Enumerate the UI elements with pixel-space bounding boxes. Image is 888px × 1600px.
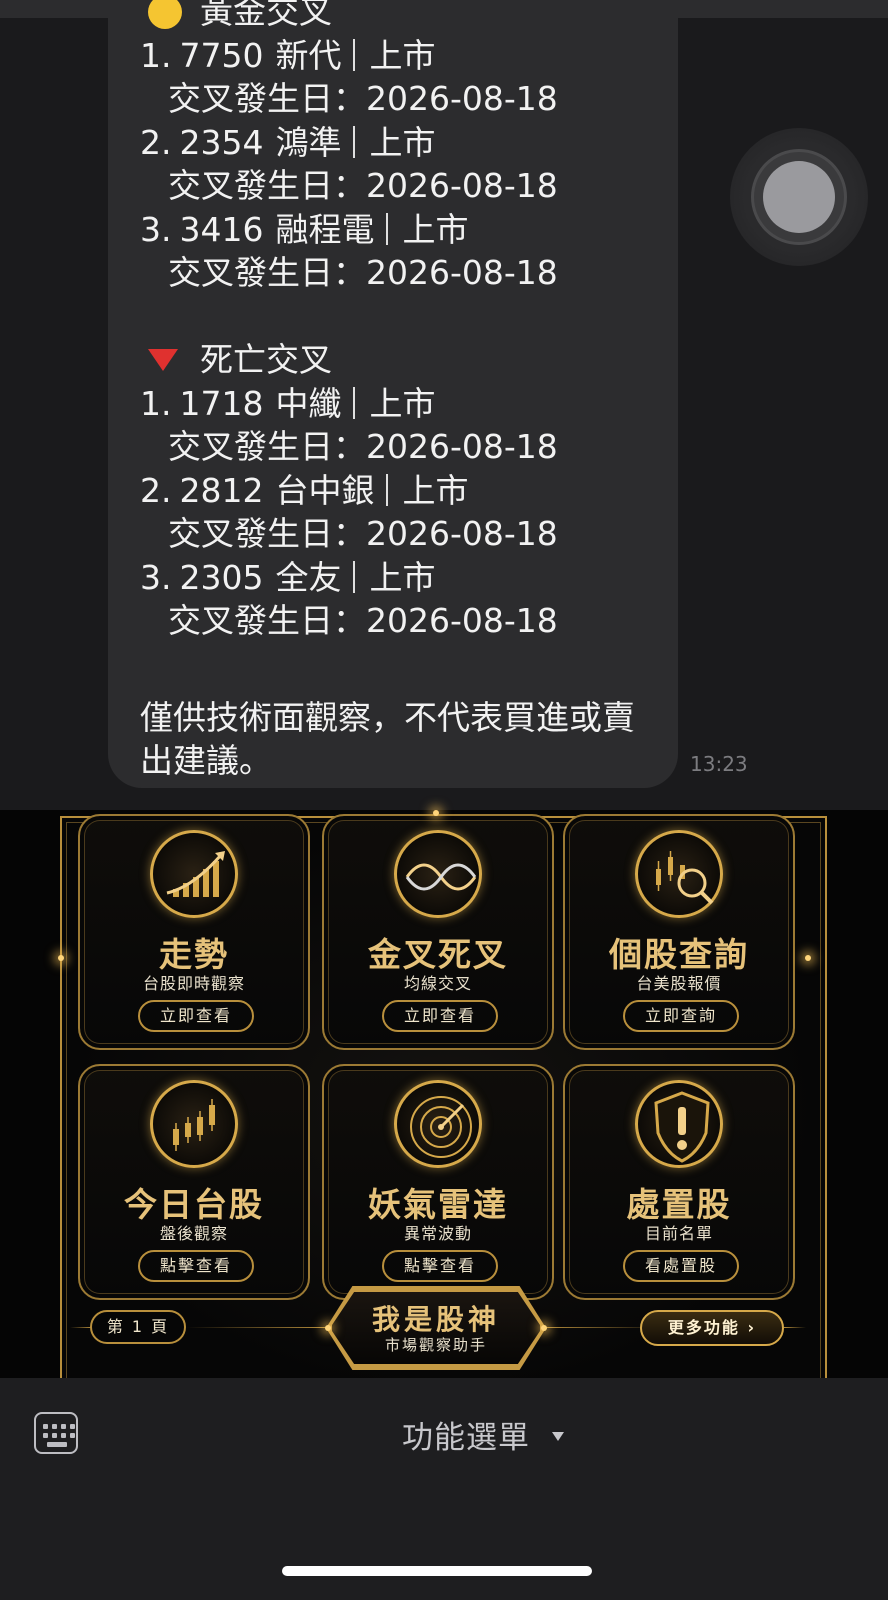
card-subtitle: 盤後觀察 xyxy=(159,1224,228,1243)
card-subtitle: 均線交叉 xyxy=(403,974,472,993)
card-title: 金叉死叉 xyxy=(368,935,508,974)
card-subtitle: 目前名單 xyxy=(644,1224,713,1243)
shield-alert-icon xyxy=(635,1080,723,1168)
cross-date-line: 交叉發生日：2026-08-18 xyxy=(168,166,558,205)
menu-card-4[interactable]: 今日台股 盤後觀察點擊查看 xyxy=(78,1064,310,1300)
divider-bar xyxy=(353,38,356,71)
menu-toggle-label[interactable]: 功能選單 xyxy=(402,1412,530,1457)
divider-bar xyxy=(353,125,356,158)
floating-assistive-button[interactable] xyxy=(730,128,868,266)
sparkle xyxy=(433,810,439,816)
menu-card-5[interactable]: 妖氣雷達 異常波動點擊查看 xyxy=(322,1064,554,1300)
down-triangle-icon xyxy=(148,348,178,371)
message-timestamp: 13:23 xyxy=(690,752,748,776)
divider-bar xyxy=(386,473,389,506)
stock-line: 3. 3416 融程電 上市 xyxy=(140,209,469,249)
cross-date-line: 交叉發生日：2026-08-18 xyxy=(168,79,558,118)
sparkle xyxy=(805,955,811,961)
stock-line: 3. 2305 全友 上市 xyxy=(140,557,436,597)
cross-date-line: 交叉發生日：2026-08-18 xyxy=(168,601,558,640)
keyboard-icon[interactable] xyxy=(34,1412,78,1454)
death-cross-list: 1. 1718 中纖 上市 交叉發生日：2026-08-18 2. 2812 台中銀 上市 交叉發… xyxy=(140,382,678,643)
disclaimer-text: 僅供技術面觀察，不代表買進或賣出建議。 xyxy=(140,698,635,780)
wave-cross-icon xyxy=(394,830,482,918)
cross-date-line: 交叉發生日：2026-08-18 xyxy=(168,427,558,466)
golden-cross-list: 1. 7750 新代 上市 交叉發生日：2026-08-18 2. 2354 鴻準 上市 交叉發生… xyxy=(140,34,678,295)
card-action-button[interactable]: 點擊查看 xyxy=(382,1250,498,1282)
cross-date-line: 交叉發生日：2026-08-18 xyxy=(168,514,558,553)
stock-line: 1. 7750 新代 上市 xyxy=(140,35,436,75)
card-action-button[interactable]: 立即查詢 xyxy=(623,1000,739,1032)
card-title: 走勢 xyxy=(159,935,229,974)
card-title: 處置股 xyxy=(626,1185,732,1224)
cross-date-line: 交叉發生日：2026-08-18 xyxy=(168,253,558,292)
card-subtitle: 台美股報價 xyxy=(636,974,722,993)
caret-down-icon[interactable] xyxy=(552,1432,564,1441)
card-title: 個股查詢 xyxy=(609,935,749,974)
card-action-button[interactable]: 看處置股 xyxy=(623,1250,739,1282)
message-bubble[interactable]: 黃金交叉 1. 7750 新代 上市交叉發生日：2026-08-18 2. 2354 鴻準上… xyxy=(108,0,678,788)
menu-card-6[interactable]: 處置股 目前名單看處置股 xyxy=(563,1064,795,1300)
sparkle xyxy=(58,955,64,961)
card-subtitle: 台股即時觀察 xyxy=(142,974,245,993)
menu-card-1[interactable]: 走勢 台股即時觀察立即查看 xyxy=(78,814,310,1050)
trend-chart-icon xyxy=(150,830,238,918)
divider-bar xyxy=(353,560,356,593)
card-subtitle: 異常波動 xyxy=(403,1224,472,1243)
menu-card-3[interactable]: 個股查詢 台美股報價立即查詢 xyxy=(563,814,795,1050)
menu-card-2[interactable]: 金叉死叉 均線交叉立即查看 xyxy=(322,814,554,1050)
stock-line: 2. 2812 台中銀 上市 xyxy=(140,470,469,510)
golden-cross-icon xyxy=(148,0,182,29)
divider-bar xyxy=(353,386,356,419)
card-action-button[interactable]: 立即查看 xyxy=(382,1000,498,1032)
divider-bar xyxy=(386,212,389,245)
brand-subtitle: 市場觀察助手 xyxy=(384,1336,487,1354)
brand-title: 我是股神 xyxy=(371,1303,500,1336)
stock-line: 2. 2354 鴻準 上市 xyxy=(140,122,436,162)
candlestick-icon xyxy=(150,1080,238,1168)
more-features-button[interactable]: 更多功能 › xyxy=(640,1310,784,1346)
card-title: 今日台股 xyxy=(124,1185,264,1224)
card-title: 妖氣雷達 xyxy=(368,1185,508,1224)
page-indicator: 第 1 頁 xyxy=(90,1310,186,1344)
golden-cross-heading: 黃金交叉 xyxy=(140,0,678,34)
home-indicator[interactable] xyxy=(282,1566,592,1576)
sparkle xyxy=(325,1325,331,1331)
card-action-button[interactable]: 點擊查看 xyxy=(138,1250,254,1282)
sparkle xyxy=(541,1325,547,1331)
stock-line: 1. 1718 中纖 上市 xyxy=(140,383,436,423)
candlestick-search-icon xyxy=(635,830,723,918)
death-cross-heading: 死亡交叉 xyxy=(140,338,678,382)
card-action-button[interactable]: 立即查看 xyxy=(138,1000,254,1032)
radar-icon xyxy=(394,1080,482,1168)
